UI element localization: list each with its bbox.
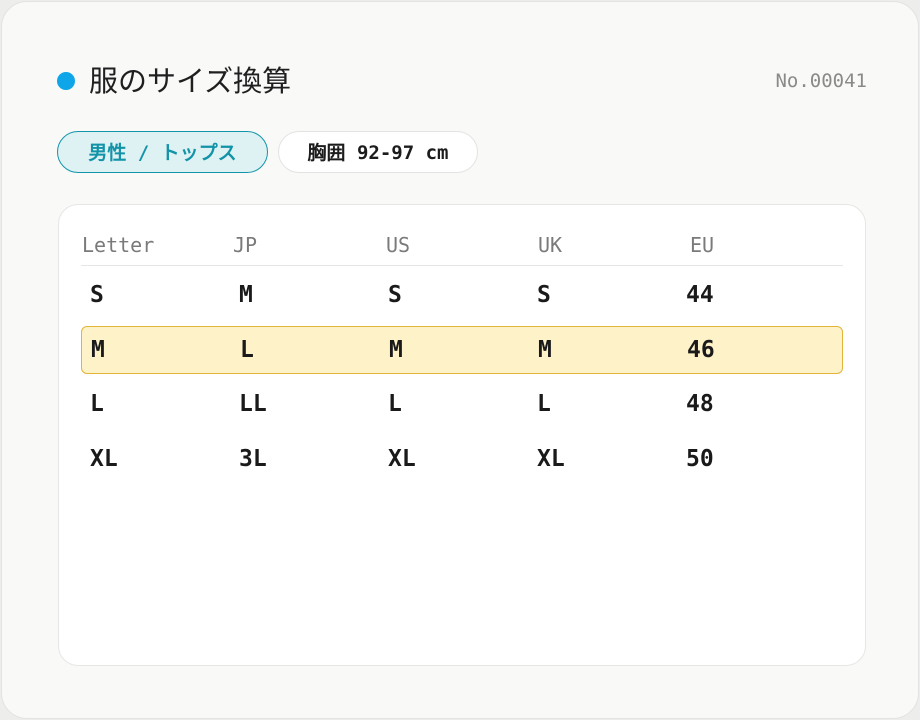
serial-number: No.00041 xyxy=(775,70,867,92)
cell-jp: 3L xyxy=(239,446,267,472)
page-title: 服のサイズ換算 xyxy=(89,64,292,98)
size-conversion-card: 服のサイズ換算 No.00041 男性 / トップス 胸囲 92-97 cm L… xyxy=(1,1,919,719)
cell-letter: L xyxy=(90,391,104,417)
cell-uk: XL xyxy=(537,446,565,472)
column-header-eu: EU xyxy=(690,233,715,257)
cell-jp: M xyxy=(239,282,253,308)
cell-eu: 44 xyxy=(686,282,714,308)
column-header-jp: JP xyxy=(233,233,258,257)
cell-us: S xyxy=(388,282,402,308)
card-header: 服のサイズ換算 No.00041 xyxy=(57,60,867,104)
cell-jp: LL xyxy=(239,391,267,417)
chest-measure-chip[interactable]: 胸囲 92-97 cm xyxy=(278,131,478,173)
cell-letter: M xyxy=(91,337,105,363)
table-row[interactable]: L LL L L 48 xyxy=(81,380,843,428)
status-dot-icon xyxy=(57,72,75,90)
column-header-letter: Letter xyxy=(82,233,155,257)
column-header-uk: UK xyxy=(538,233,563,257)
cell-letter: XL xyxy=(90,446,118,472)
cell-jp: L xyxy=(240,337,254,363)
cell-uk: S xyxy=(537,282,551,308)
cell-eu: 50 xyxy=(686,446,714,472)
cell-us: XL xyxy=(388,446,416,472)
cell-us: M xyxy=(389,337,403,363)
cell-letter: S xyxy=(90,282,104,308)
cell-eu: 46 xyxy=(687,337,715,363)
column-header-us: US xyxy=(386,233,411,257)
category-chip[interactable]: 男性 / トップス xyxy=(57,131,268,173)
cell-us: L xyxy=(388,391,402,417)
size-table: Letter JP US UK EU S M S S 44 M L M M 46… xyxy=(58,204,866,666)
table-header: Letter JP US UK EU xyxy=(81,227,843,266)
cell-eu: 48 xyxy=(686,391,714,417)
table-row[interactable]: S M S S 44 xyxy=(81,271,843,319)
cell-uk: M xyxy=(538,337,552,363)
table-row-highlighted[interactable]: M L M M 46 xyxy=(81,326,843,374)
cell-uk: L xyxy=(537,391,551,417)
table-row[interactable]: XL 3L XL XL 50 xyxy=(81,435,843,483)
